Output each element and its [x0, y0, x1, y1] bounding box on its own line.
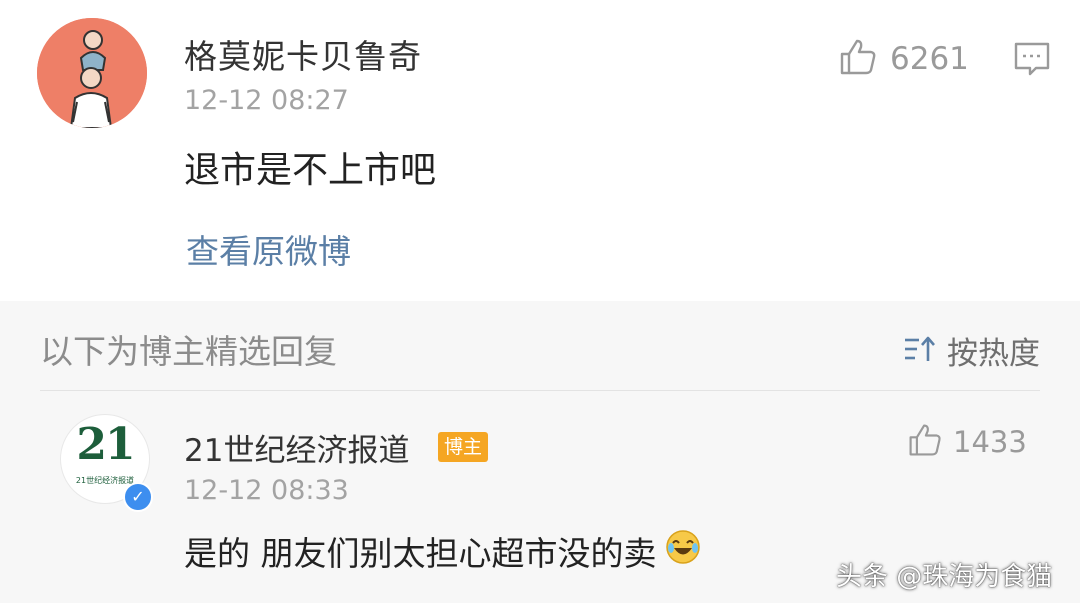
sort-icon [903, 335, 937, 367]
username[interactable]: 格莫妮卡贝鲁奇 [184, 30, 422, 78]
sort-by-popularity-button[interactable]: 按热度 [903, 328, 1040, 373]
comment-text: 退市是不上市吧 [184, 150, 437, 191]
comment-icon[interactable] [1012, 40, 1052, 82]
reply-text: 是的 朋友们别太担心超市没的卖 [184, 534, 657, 573]
timestamp: 12-12 08:27 [184, 85, 349, 116]
laughing-crying-emoji-icon [665, 529, 701, 573]
divider [40, 390, 1040, 391]
thumbs-up-icon [838, 37, 878, 81]
like-count: 6261 [890, 41, 969, 77]
avatar-illustration [37, 18, 147, 128]
sort-label: 按热度 [947, 336, 1040, 372]
comment-card: 格莫妮卡贝鲁奇 12-12 08:27 退市是不上市吧 查看原微博 6261 [0, 0, 1080, 301]
thumbs-up-icon [907, 422, 943, 462]
replies-heading: 以下为博主精选回复 [40, 332, 337, 371]
like-button[interactable]: 6261 [838, 38, 969, 80]
verified-icon: ✓ [123, 482, 153, 512]
reply-like-count: 1433 [953, 425, 1027, 459]
author-badge: 博主 [438, 432, 489, 462]
user-avatar[interactable] [37, 18, 147, 128]
reply-like-button[interactable]: 1433 [907, 422, 1027, 462]
watermark: 头条 @珠海为食猫 [836, 562, 1053, 592]
reply-text-row: 是的 朋友们别太担心超市没的卖 [184, 527, 701, 575]
reply-timestamp: 12-12 08:33 [184, 475, 349, 506]
avatar-logo-number: 21 [76, 419, 135, 470]
view-original-link[interactable]: 查看原微博 [186, 225, 351, 273]
reply-username[interactable]: 21世纪经济报道 [184, 425, 409, 470]
